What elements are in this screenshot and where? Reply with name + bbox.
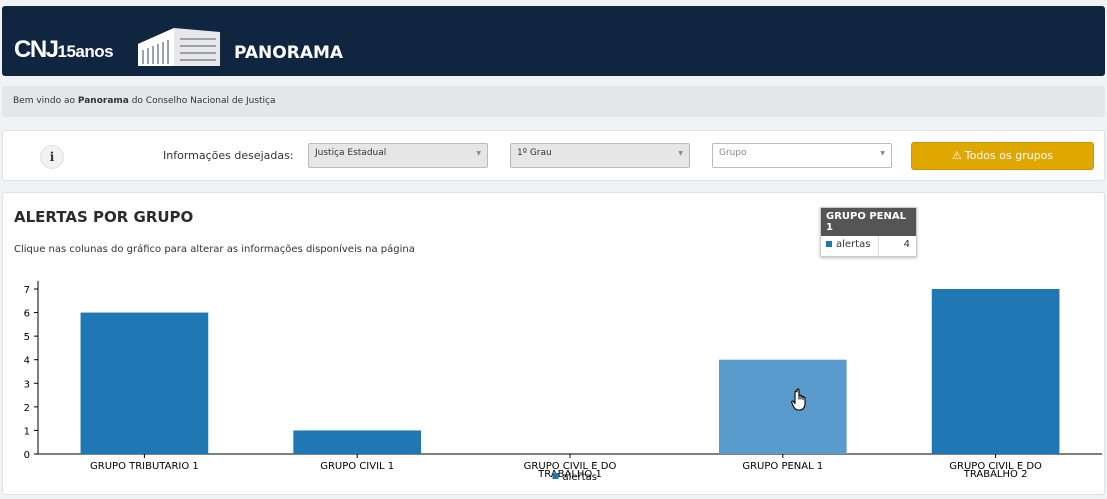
chart-bar[interactable]: [293, 430, 422, 454]
x-tick-label: TRABALHO 2: [963, 469, 1028, 480]
chart-bar[interactable]: [931, 289, 1060, 454]
chevron-down-icon: ▼: [880, 150, 885, 157]
filter-label: Informações desejadas:: [163, 149, 294, 162]
alerts-panel: ALERTAS POR GRUPO Clique nas colunas do …: [2, 192, 1105, 495]
welcome-app-name: Panorama: [77, 96, 129, 106]
tooltip-title: GRUPO PENAL 1: [821, 208, 916, 236]
hand-cursor-icon: [791, 388, 806, 411]
chart-bar[interactable]: [80, 312, 209, 454]
tooltip-value: 4: [903, 239, 910, 250]
justice-select[interactable]: Justiça Estadual ▼: [308, 143, 488, 168]
y-tick-label: 0: [24, 450, 30, 461]
y-tick-label: 5: [24, 332, 30, 343]
y-tick-label: 1: [24, 426, 30, 437]
x-tick-label: GRUPO PENAL 1: [742, 461, 823, 472]
filter-bar: i Informações desejadas: Justiça Estadua…: [2, 130, 1105, 181]
legend-swatch: [552, 473, 559, 479]
alerts-bar-chart: 0 1 2 3 4 5 6 7 GRUPO TRIBUTARIO 1 GRUPO CIVIL 1 G…: [24, 281, 1102, 483]
welcome-bar: Bem vindo ao Panorama do Conselho Nacion…: [2, 86, 1105, 117]
cnj-logo[interactable]: CNJ15anos: [14, 36, 114, 64]
y-tick-label: 6: [24, 309, 30, 320]
tooltip-series: alertas: [836, 239, 871, 250]
all-groups-label: Todos os grupos: [964, 149, 1054, 162]
x-tick-label: GRUPO TRIBUTARIO 1: [90, 461, 199, 472]
chart-bar[interactable]: [718, 359, 847, 454]
degree-select-value: 1º Grau: [517, 148, 552, 158]
y-tick-label: 3: [24, 379, 30, 390]
tooltip-swatch: [826, 241, 832, 247]
info-icon[interactable]: i: [40, 145, 64, 169]
app-header: CNJ15anos PANORAMA: [2, 6, 1105, 76]
chart-tooltip: GRUPO PENAL 1 alertas 4: [820, 207, 917, 257]
app-title: PANORAMA: [234, 43, 344, 63]
warning-icon: ⚠: [951, 149, 962, 162]
legend-label: alertas: [563, 472, 597, 483]
chevron-down-icon: ▼: [476, 150, 481, 157]
welcome-suffix: do Conselho Nacional de Justiça: [131, 96, 276, 106]
justice-select-value: Justiça Estadual: [315, 148, 387, 158]
group-select[interactable]: Grupo ▼: [712, 143, 892, 168]
tooltip-row: alertas 4: [821, 236, 916, 256]
y-tick-label: 4: [24, 356, 30, 367]
y-tick-label: 2: [24, 403, 30, 414]
group-select-placeholder: Grupo: [719, 148, 747, 158]
logo-main-text: CNJ: [14, 36, 59, 63]
degree-select[interactable]: 1º Grau ▼: [510, 143, 690, 168]
building-icon: [138, 28, 220, 66]
all-groups-button[interactable]: ⚠ Todos os grupos: [911, 142, 1094, 170]
logo-years-text: 15anos: [57, 42, 114, 61]
x-tick-label: GRUPO CIVIL 1: [320, 461, 394, 472]
y-tick-label: 7: [24, 285, 30, 296]
chevron-down-icon: ▼: [678, 150, 683, 157]
welcome-prefix: Bem vindo ao: [13, 96, 75, 106]
